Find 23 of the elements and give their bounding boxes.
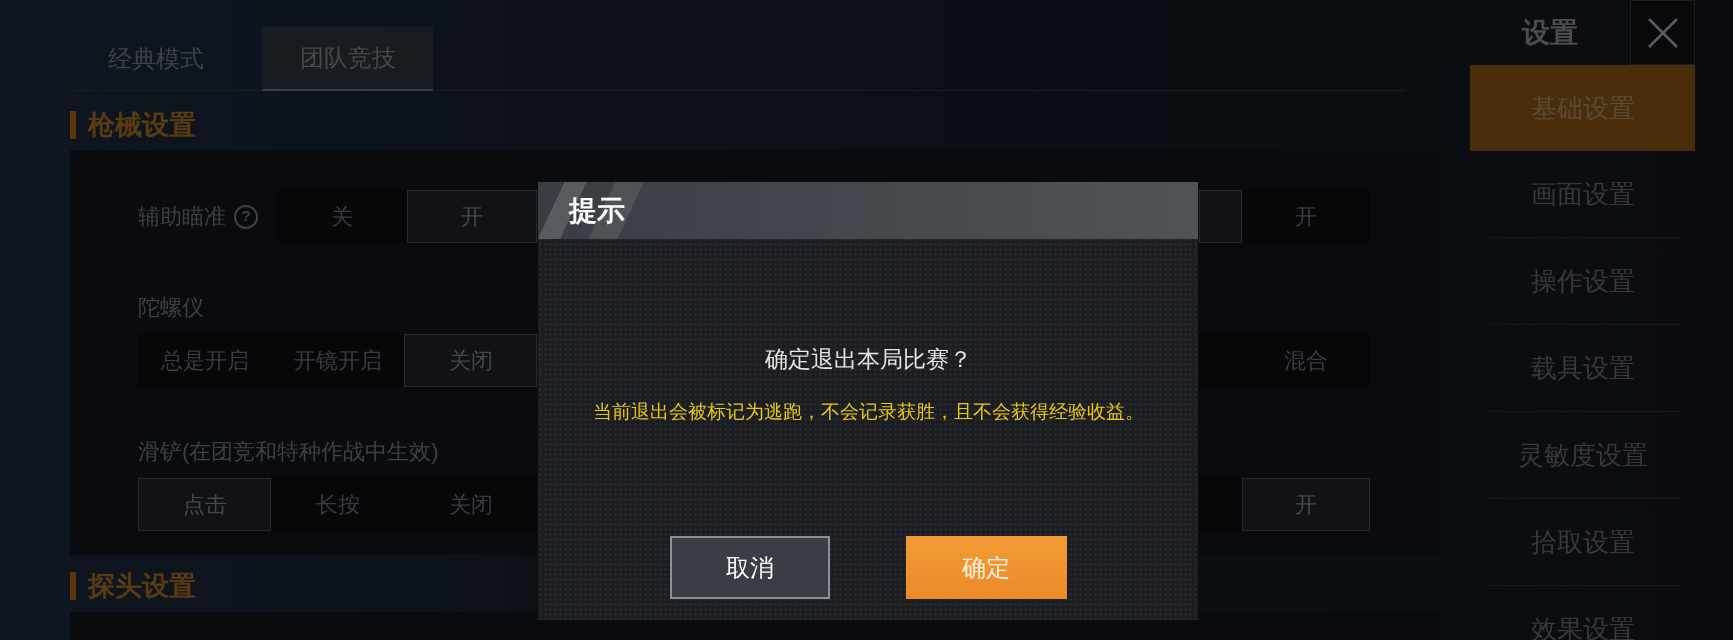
section-marker-icon [70, 572, 76, 600]
section-marker-icon [70, 111, 76, 139]
close-button[interactable] [1630, 0, 1695, 65]
option-segment[interactable]: 混合 [1242, 334, 1370, 387]
option-segment[interactable]: 关闭 [404, 478, 537, 531]
confirm-button[interactable]: 确定 [905, 536, 1067, 599]
dialog-message: 确定退出本局比赛？ [764, 345, 972, 374]
help-icon[interactable]: ? [234, 204, 258, 229]
sidebar-title: 设置 [1520, 15, 1579, 50]
option-segment[interactable] [1199, 478, 1242, 531]
section-title: 枪械设置 [88, 111, 196, 139]
option-segment[interactable]: 长按 [271, 478, 404, 531]
warning-text: 当前退出会被标记为逃跑，不会记录获胜，且不会获得经验收益。 [592, 400, 1144, 424]
option-segment[interactable] [1199, 334, 1242, 387]
close-icon [1647, 17, 1678, 48]
cancel-button[interactable]: 取消 [669, 536, 830, 599]
dialog-title: 提示 [569, 193, 625, 228]
option-segment[interactable] [1199, 190, 1242, 243]
option-segment[interactable]: 关 [277, 190, 407, 243]
section-title: 探头设置 [88, 572, 196, 600]
option-segment[interactable]: 总是开启 [138, 334, 271, 387]
option-segment[interactable]: 开 [1242, 190, 1370, 243]
option-segment[interactable]: 开镜开启 [271, 334, 404, 387]
